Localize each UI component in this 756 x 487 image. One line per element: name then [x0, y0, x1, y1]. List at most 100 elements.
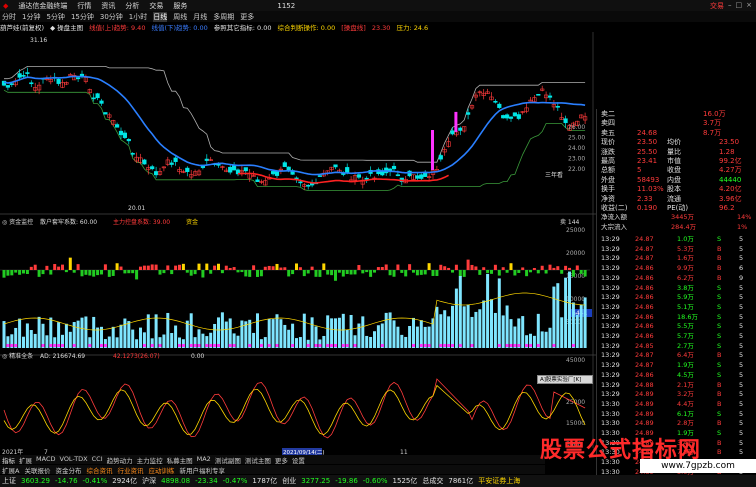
sub2-header-item: 42.1273(26.07) — [113, 353, 160, 360]
tick-time: 13:29 — [601, 380, 620, 389]
tick-volume: 2.1万 — [677, 380, 694, 389]
close-icon[interactable]: × — [746, 1, 752, 11]
period-1[interactable]: 1分钟 — [22, 12, 40, 22]
tick-price: 24.86 — [635, 264, 654, 273]
price-axis-label: 24.00 — [568, 145, 585, 152]
price-axis-label: 22.00 — [568, 166, 585, 173]
tick-time: 13:29 — [601, 293, 620, 302]
tick-count: 5 — [739, 351, 744, 360]
tab-7[interactable]: 私募主图 — [167, 455, 193, 465]
tab-6[interactable]: 主力监控 — [137, 455, 163, 465]
period-6[interactable]: 日线 — [153, 11, 168, 22]
main-header-item: [操盘线] — [341, 24, 366, 32]
tick-volume: 18.6万 — [677, 312, 698, 321]
tick-row: 13:30 24.89 6.1万 S 5 — [599, 410, 755, 420]
tick-count: 6 — [739, 264, 744, 273]
tick-count: 9 — [739, 273, 744, 282]
flow-row: 大宗流入 284.4万 1% — [599, 223, 755, 233]
tick-time: 13:29 — [601, 244, 620, 253]
info-tab-1[interactable]: 关联报价 — [24, 465, 50, 475]
menu-news[interactable]: 资讯 — [101, 1, 115, 11]
tick-side: S — [717, 322, 722, 331]
period-3[interactable]: 15分钟 — [71, 12, 94, 22]
main-chart-header: 葫芦娃(前复权) ◆ 操盘主图 线值(上)趋势: 9.40 线值(下)趋势: 0.00… — [0, 22, 600, 32]
trade-link[interactable]: 交易 — [710, 1, 724, 11]
flow-percent: 14% — [737, 213, 752, 221]
main-header-item: 综合判断操作: 0.00 — [277, 24, 336, 32]
tick-side: S — [717, 341, 722, 350]
tick-count: 5 — [739, 283, 744, 292]
tab-12[interactable]: 设置 — [292, 455, 305, 465]
indicator-popup[interactable]: A]股票实验厂[K] — [537, 375, 593, 384]
tick-price: 24.88 — [635, 380, 654, 389]
status-item: -23.34 — [195, 477, 218, 485]
tab-5[interactable]: 趋势动力 — [107, 455, 133, 465]
tab-1[interactable]: 扩展 — [19, 455, 32, 465]
tab-2[interactable]: MACD — [36, 455, 55, 464]
period-2[interactable]: 5分钟 — [46, 12, 64, 22]
flow-percent: 1% — [737, 223, 748, 231]
tab-0[interactable]: 指标 — [2, 455, 15, 465]
period-7[interactable]: 周线 — [173, 12, 187, 22]
tick-time: 13:29 — [601, 341, 620, 350]
title-bar: ◆ 通达信金融终端 行情 资讯 分析 交易 服务 1152 交易 – □ × — [0, 0, 756, 11]
main-header-item: 参照其它指标: 0.00 — [213, 24, 272, 32]
info-tab-0[interactable]: 扩展A — [2, 465, 19, 475]
main-header-item: ◆ 操盘主图 — [50, 24, 84, 32]
tick-volume: 4.4万 — [677, 399, 694, 408]
tab-11[interactable]: 更多 — [275, 455, 288, 465]
status-item: 4898.08 — [161, 477, 191, 485]
tick-time: 13:29 — [601, 254, 620, 263]
tab-8[interactable]: MA2 — [197, 455, 211, 464]
menu-quotes[interactable]: 行情 — [77, 1, 91, 11]
status-item: 3603.29 — [21, 477, 50, 485]
info-tab-5[interactable]: 应动训练 — [148, 465, 174, 475]
tick-price: 24.87 — [635, 254, 654, 263]
tick-row: 13:29 24.86 3.8万 S 5 — [599, 284, 755, 294]
maximize-icon[interactable]: □ — [736, 1, 743, 11]
status-item: -0.41% — [82, 477, 108, 485]
info-tab-6[interactable]: 新用户福利专享 — [179, 465, 225, 475]
sub2-header-item: AD: 216674.69 — [40, 353, 85, 360]
menu-service[interactable]: 服务 — [173, 1, 187, 11]
tab-9[interactable]: 测试副图 — [215, 455, 241, 465]
menu-trade[interactable]: 交易 — [149, 1, 163, 11]
tick-time: 13:29 — [601, 312, 620, 321]
tick-side: S — [717, 312, 722, 321]
tick-price: 24.86 — [635, 322, 654, 331]
chart-area[interactable]: 26.00 25.00 24.00 23.00 22.00 31.16 20.01 三年看 ◎ … — [0, 32, 596, 455]
tick-volume: 6.1万 — [677, 409, 694, 418]
period-10[interactable]: 更多 — [240, 12, 254, 22]
tick-count: 5 — [739, 244, 744, 253]
app-logo-icon: ◆ — [3, 1, 9, 10]
info-tab-3[interactable]: 综合资讯 — [86, 465, 112, 475]
tab-4[interactable]: CCI — [92, 455, 103, 464]
minimize-icon[interactable]: – — [728, 1, 732, 11]
period-8[interactable]: 月线 — [193, 12, 207, 22]
sub2-header-item: ◎ 精准全条 — [2, 352, 33, 360]
status-item: -0.60% — [362, 477, 388, 485]
status-item: 3277.25 — [301, 477, 331, 485]
tick-row: 13:29 24.86 4.5万 S 5 — [599, 371, 755, 381]
tick-count: 5 — [739, 332, 744, 340]
tick-row: 13:29 24.85 2.7万 S 5 — [599, 342, 755, 352]
info-tab-2[interactable]: 资金分布 — [55, 465, 81, 475]
menu-analysis[interactable]: 分析 — [125, 1, 139, 11]
tick-price: 24.87 — [635, 361, 654, 370]
quote-row: 收益(二) 0.190 PE(动) 96.2 — [599, 203, 755, 213]
info-tab-4[interactable]: 行业资讯 — [117, 465, 143, 475]
period-9[interactable]: 多周期 — [213, 12, 234, 22]
tick-price: 24.89 — [635, 390, 654, 399]
watermark-url: www.7gpzb.com — [640, 459, 756, 473]
tick-price: 24.89 — [635, 409, 654, 418]
tick-time: 13:29 — [601, 322, 620, 331]
tab-3[interactable]: VOL-TDX — [59, 455, 87, 464]
period-4[interactable]: 30分钟 — [100, 12, 123, 22]
period-5[interactable]: 1小时 — [129, 12, 147, 22]
period-0[interactable]: 分时 — [2, 12, 16, 22]
tick-time: 13:30 — [601, 399, 620, 408]
status-item: -14.76 — [54, 477, 78, 485]
status-item: 平安证券上海 — [478, 477, 521, 485]
quote-label-2: PE(动) — [667, 204, 689, 212]
tab-10[interactable]: 测试主图 — [245, 455, 271, 465]
